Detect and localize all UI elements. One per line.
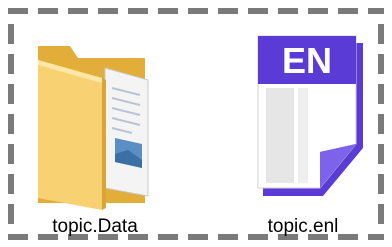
selection-dash [8, 204, 14, 224]
selection-dash [8, 174, 14, 194]
selection-dash [308, 8, 328, 14]
selection-dash [8, 8, 28, 14]
selection-dash [158, 8, 178, 14]
file-name-label: topic.Data [52, 216, 138, 237]
selection-dash [8, 144, 14, 164]
selection-dash [188, 234, 208, 240]
selection-dash [98, 8, 118, 14]
selection-dash [378, 54, 384, 74]
selection-dash [378, 84, 384, 104]
selection-dash [378, 204, 384, 224]
selection-dash [378, 114, 384, 134]
selection-dash [188, 8, 208, 14]
selection-dash [38, 8, 58, 14]
selection-dash [8, 24, 14, 44]
selection-dash [68, 8, 88, 14]
endnote-library-icon: EN [257, 35, 363, 196]
selection-dash [218, 8, 238, 14]
selection-dash [378, 174, 384, 194]
selection-dash [8, 84, 14, 104]
selection-dash [248, 8, 268, 14]
folder-icon [38, 46, 149, 210]
badge-text: EN [282, 40, 332, 81]
selection-dash [8, 54, 14, 74]
file-name-label: topic.enl [267, 216, 339, 237]
selection-dash [378, 24, 384, 44]
selection-dash [368, 8, 384, 14]
selection-dash [378, 144, 384, 164]
file-item-topic-data[interactable]: topic.Data [20, 18, 170, 240]
selection-dash [278, 8, 298, 14]
selection-dash [338, 8, 358, 14]
selection-dash [8, 114, 14, 134]
selection-dash [128, 8, 148, 14]
file-item-topic-enl[interactable]: EN topic.enl [228, 18, 378, 240]
file-explorer-view: topic.Data EN topic.enl [0, 0, 392, 247]
